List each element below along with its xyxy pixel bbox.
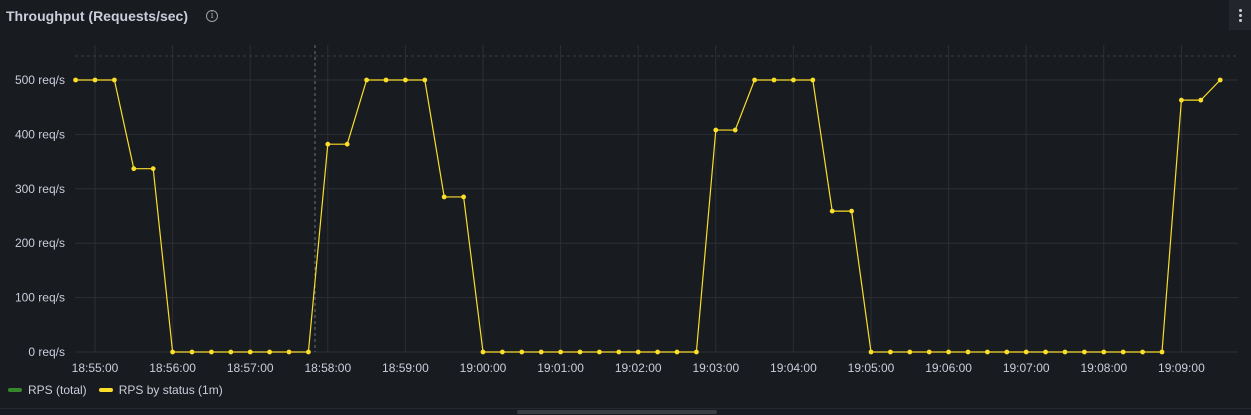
x-tick-label: 19:03:00 (692, 361, 739, 375)
data-point (480, 349, 486, 355)
data-point (112, 77, 117, 83)
y-tick-label: 400 req/s (15, 127, 65, 141)
data-point (1120, 349, 1126, 355)
throughput-chart[interactable]: 0 req/s 100 req/s 200 req/s 300 req/s 400 re… (0, 0, 1251, 380)
data-point (286, 349, 292, 355)
x-tick-label: 19:04:00 (770, 361, 817, 375)
data-point (1159, 349, 1165, 355)
data-point (247, 349, 253, 355)
series-line-rps-status (75, 79, 1221, 353)
data-point (985, 349, 990, 355)
x-tick-label: 18:55:00 (72, 361, 119, 375)
x-tick-label: 18:58:00 (304, 361, 351, 375)
data-point (267, 349, 272, 355)
data-point (92, 77, 98, 83)
x-tick-label: 19:06:00 (925, 361, 972, 375)
data-point (344, 141, 350, 147)
data-point (170, 349, 176, 355)
data-point (189, 349, 195, 355)
data-point (752, 77, 757, 83)
data-point (558, 349, 563, 355)
data-point (1217, 77, 1223, 83)
data-point (1004, 349, 1010, 355)
legend-swatch-rps-status (98, 388, 113, 392)
x-tick-label: 18:57:00 (227, 361, 274, 375)
data-point (868, 349, 874, 355)
data-point (907, 349, 913, 355)
data-point (461, 194, 466, 200)
data-point (655, 349, 660, 355)
data-point (1140, 349, 1145, 355)
data-point (1101, 349, 1107, 355)
x-tick-label: 19:05:00 (848, 361, 895, 375)
data-point (228, 349, 234, 355)
x-tick-label: 19:02:00 (615, 361, 662, 375)
data-point (538, 349, 544, 355)
data-point (131, 166, 137, 172)
x-tick-label: 19:08:00 (1080, 361, 1127, 375)
y-tick-label: 300 req/s (15, 182, 65, 196)
data-point (577, 349, 583, 355)
legend-swatch-rps-total (8, 388, 22, 392)
y-tick-label: 500 req/s (15, 73, 65, 87)
data-point (1062, 349, 1068, 355)
data-point (383, 77, 389, 83)
y-tick-label: 200 req/s (15, 236, 65, 250)
panel-divider (0, 408, 1251, 409)
data-point (325, 141, 331, 147)
data-point (946, 349, 951, 355)
x-tick-label: 18:59:00 (382, 361, 429, 375)
data-point (791, 77, 796, 83)
data-point (597, 349, 602, 355)
data-point (1198, 97, 1204, 103)
legend-label-rps-total: RPS (total) (28, 383, 87, 397)
data-point (965, 349, 971, 355)
y-tick-label: 0 req/s (28, 345, 65, 359)
data-point (1023, 349, 1029, 355)
legend-label-rps-status: RPS by status (1m) (118, 383, 223, 397)
x-tick-label: 19:09:00 (1158, 361, 1205, 375)
data-point (519, 349, 525, 355)
data-point (500, 349, 505, 355)
data-point (403, 77, 408, 83)
data-point (888, 349, 893, 355)
data-point (364, 77, 369, 83)
data-point (150, 166, 156, 172)
data-point (674, 349, 680, 355)
legend: RPS (total) RPS by status (1m) (8, 383, 223, 397)
data-point (771, 77, 777, 83)
x-tick-label: 19:01:00 (537, 361, 584, 375)
panel: Throughput (Requests/sec) i 0 req/s 100 r… (0, 0, 1251, 415)
data-point (732, 127, 738, 133)
y-tick-label: 100 req/s (15, 291, 65, 305)
data-point (1179, 97, 1184, 103)
data-point (422, 77, 428, 83)
data-point (810, 77, 816, 83)
data-point (209, 349, 214, 355)
data-point (829, 208, 835, 214)
data-point (1043, 349, 1048, 355)
data-point (635, 349, 641, 355)
data-point (713, 127, 719, 133)
data-point (616, 349, 622, 355)
legend-item-rps-status[interactable]: RPS by status (1m) (98, 383, 223, 397)
x-tick-label: 18:56:00 (149, 361, 196, 375)
data-point (849, 208, 854, 214)
horizontal-scrollbar[interactable] (517, 410, 717, 414)
data-point (1082, 349, 1087, 355)
data-point (306, 349, 311, 355)
data-point (926, 349, 932, 355)
x-tick-label: 19:00:00 (460, 361, 507, 375)
data-point (441, 194, 447, 200)
legend-item-rps-total[interactable]: RPS (total) (8, 383, 87, 397)
data-point (694, 349, 699, 355)
data-point (73, 77, 78, 83)
x-tick-label: 19:07:00 (1003, 361, 1050, 375)
